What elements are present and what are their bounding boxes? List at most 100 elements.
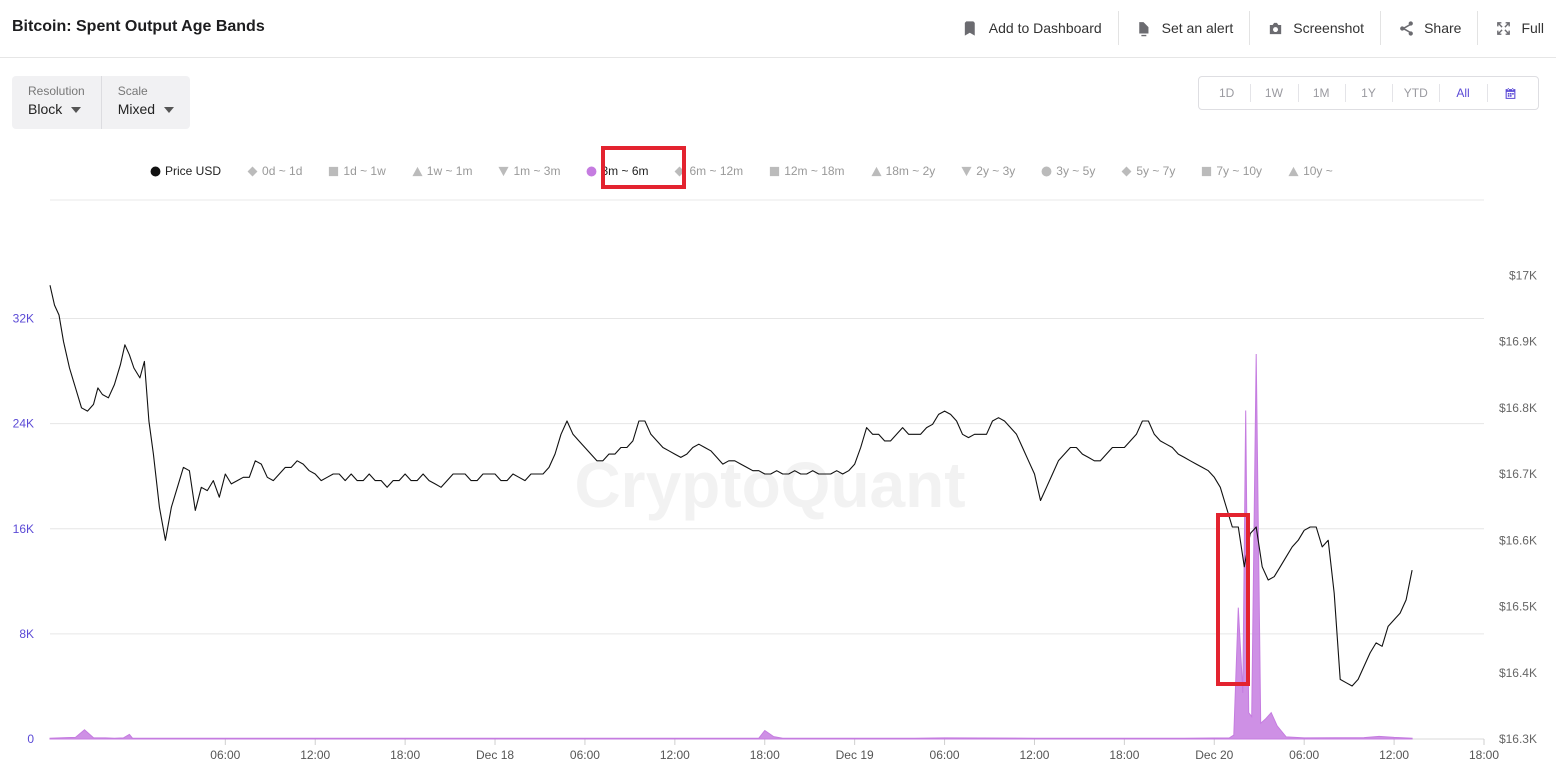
legend-item-3y-5y[interactable]: 3y ~ 5y [1041, 164, 1095, 178]
x-tick-label: 12:00 [660, 748, 690, 762]
legend-item-price-usd[interactable]: Price USD [150, 164, 221, 178]
y-left-tick-label: 24K [13, 417, 34, 431]
legend-item-5y-7y[interactable]: 5y ~ 7y [1121, 164, 1175, 178]
fullscreen-button[interactable]: Full [1478, 11, 1556, 45]
legend-label: 0d ~ 1d [262, 164, 303, 178]
range-all[interactable]: All [1439, 84, 1486, 102]
fullscreen-icon [1494, 19, 1512, 37]
triangle-marker-icon [871, 166, 882, 177]
x-tick-label: Dec 20 [1195, 748, 1233, 762]
legend-item-3m-6m[interactable]: 3m ~ 6m [586, 164, 648, 178]
legend-item-0d-1d[interactable]: 0d ~ 1d [247, 164, 302, 178]
range-1m[interactable]: 1M [1297, 84, 1345, 102]
legend-label: 3y ~ 5y [1056, 164, 1096, 178]
legend-item-12m-18m[interactable]: 12m ~ 18m [769, 164, 845, 178]
caret-down-icon [164, 107, 175, 113]
legend-label: Price USD [165, 164, 222, 178]
add-to-dashboard-button[interactable]: Add to Dashboard [946, 11, 1119, 45]
triangle-down-marker-icon [961, 166, 972, 177]
legend-label: 12m ~ 18m [784, 164, 845, 178]
x-tick-label: 18:00 [1469, 748, 1499, 762]
screenshot-label: Screenshot [1293, 20, 1365, 36]
legend-item-1m-3m[interactable]: 1m ~ 3m [498, 164, 560, 178]
circle-marker-icon [150, 166, 161, 177]
y-right-tick-label: $16.5K [1499, 600, 1537, 614]
set-alert-button[interactable]: Set an alert [1119, 11, 1251, 45]
chart-controls: Resolution Block Scale Mixed [12, 76, 190, 129]
range-1d[interactable]: 1D [1203, 86, 1250, 100]
x-tick-label: 06:00 [930, 748, 960, 762]
square-marker-icon [769, 166, 780, 177]
y-left-tick-label: 32K [13, 312, 34, 326]
page-header: Bitcoin: Spent Output Age Bands Add to D… [0, 0, 1556, 58]
chart-legend: Price USD 0d ~ 1d 1d ~ 1w 1w ~ 1m 1m ~ 3m 3m … [150, 160, 1359, 182]
resolution-select[interactable]: Resolution Block [12, 76, 101, 129]
diamond-marker-icon [674, 166, 685, 177]
x-tick-label: 06:00 [210, 748, 240, 762]
range-selector: 1D 1W 1M 1Y YTD All [1198, 76, 1539, 110]
legend-label: 1m ~ 3m [513, 164, 561, 178]
calendar-button[interactable] [1486, 83, 1534, 103]
legend-item-18m-2y[interactable]: 18m ~ 2y [871, 164, 936, 178]
legend-label: 5y ~ 7y [1136, 164, 1176, 178]
circle-marker-icon [586, 166, 597, 177]
diamond-marker-icon [1121, 166, 1132, 177]
bell-icon [1135, 19, 1153, 37]
y-right-tick-label: $16.8K [1499, 401, 1537, 415]
range-1w[interactable]: 1W [1250, 84, 1297, 102]
x-tick-label: 18:00 [750, 748, 780, 762]
x-tick-label: Dec 18 [476, 748, 514, 762]
legend-item-7y-10y[interactable]: 7y ~ 10y [1201, 164, 1262, 178]
legend-label: 6m ~ 12m [689, 164, 744, 178]
legend-item-10y[interactable]: 10y ~ [1288, 164, 1333, 178]
add-to-dashboard-label: Add to Dashboard [988, 20, 1102, 36]
y-left-tick-label: 16K [13, 522, 34, 536]
triangle-marker-icon [412, 166, 423, 177]
legend-label: 10y ~ [1303, 164, 1333, 178]
legend-item-6m-12m[interactable]: 6m ~ 12m [674, 164, 743, 178]
triangle-marker-icon [1288, 166, 1299, 177]
set-alert-label: Set an alert [1161, 20, 1234, 36]
page-title: Bitcoin: Spent Output Age Bands [12, 18, 265, 35]
x-tick-label: 12:00 [1019, 748, 1049, 762]
camera-icon [1266, 19, 1284, 37]
legend-label: 3m ~ 6m [601, 164, 649, 178]
scale-label: Scale [117, 84, 148, 98]
legend-item-2y-3y[interactable]: 2y ~ 3y [961, 164, 1015, 178]
scale-value: Mixed [117, 101, 156, 117]
resolution-value: Block [28, 101, 63, 117]
x-tick-label: 06:00 [1289, 748, 1319, 762]
legend-label: 18m ~ 2y [885, 164, 936, 178]
legend-label: 1d ~ 1w [343, 164, 386, 178]
legend-item-1d-1w[interactable]: 1d ~ 1w [328, 164, 386, 178]
legend-label: 7y ~ 10y [1216, 164, 1263, 178]
legend-label: 1w ~ 1m [426, 164, 473, 178]
range-ytd[interactable]: YTD [1392, 84, 1439, 102]
share-icon [1397, 19, 1415, 37]
fullscreen-label: Full [1521, 20, 1544, 36]
x-tick-label: 06:00 [570, 748, 600, 762]
range-1y[interactable]: 1Y [1344, 84, 1392, 102]
y-right-tick-label: $16.3K [1499, 732, 1537, 746]
scale-select[interactable]: Scale Mixed [100, 76, 190, 129]
y-right-tick-label: $17K [1509, 268, 1537, 282]
series-area-3m-6m [49, 353, 1413, 740]
diamond-marker-icon [247, 166, 258, 177]
x-tick-label: 18:00 [1109, 748, 1139, 762]
legend-item-1w-1m[interactable]: 1w ~ 1m [412, 164, 473, 178]
square-marker-icon [1201, 166, 1212, 177]
caret-down-icon [71, 107, 82, 113]
y-left-tick-label: 8K [19, 627, 34, 641]
y-right-tick-label: $16.7K [1499, 467, 1537, 481]
y-right-tick-label: $16.4K [1499, 666, 1537, 680]
header-actions: Add to Dashboard Set an alert Screenshot… [946, 10, 1556, 46]
triangle-down-marker-icon [498, 166, 510, 177]
watermark: CryptoQuant [574, 449, 965, 521]
resolution-label: Resolution [28, 84, 85, 98]
x-tick-label: Dec 19 [836, 748, 874, 762]
screenshot-button[interactable]: Screenshot [1250, 11, 1382, 45]
x-tick-label: 12:00 [300, 748, 330, 762]
share-button[interactable]: Share [1381, 11, 1479, 45]
y-left-tick-label: 0 [27, 732, 34, 746]
circle-marker-icon [1041, 166, 1052, 177]
